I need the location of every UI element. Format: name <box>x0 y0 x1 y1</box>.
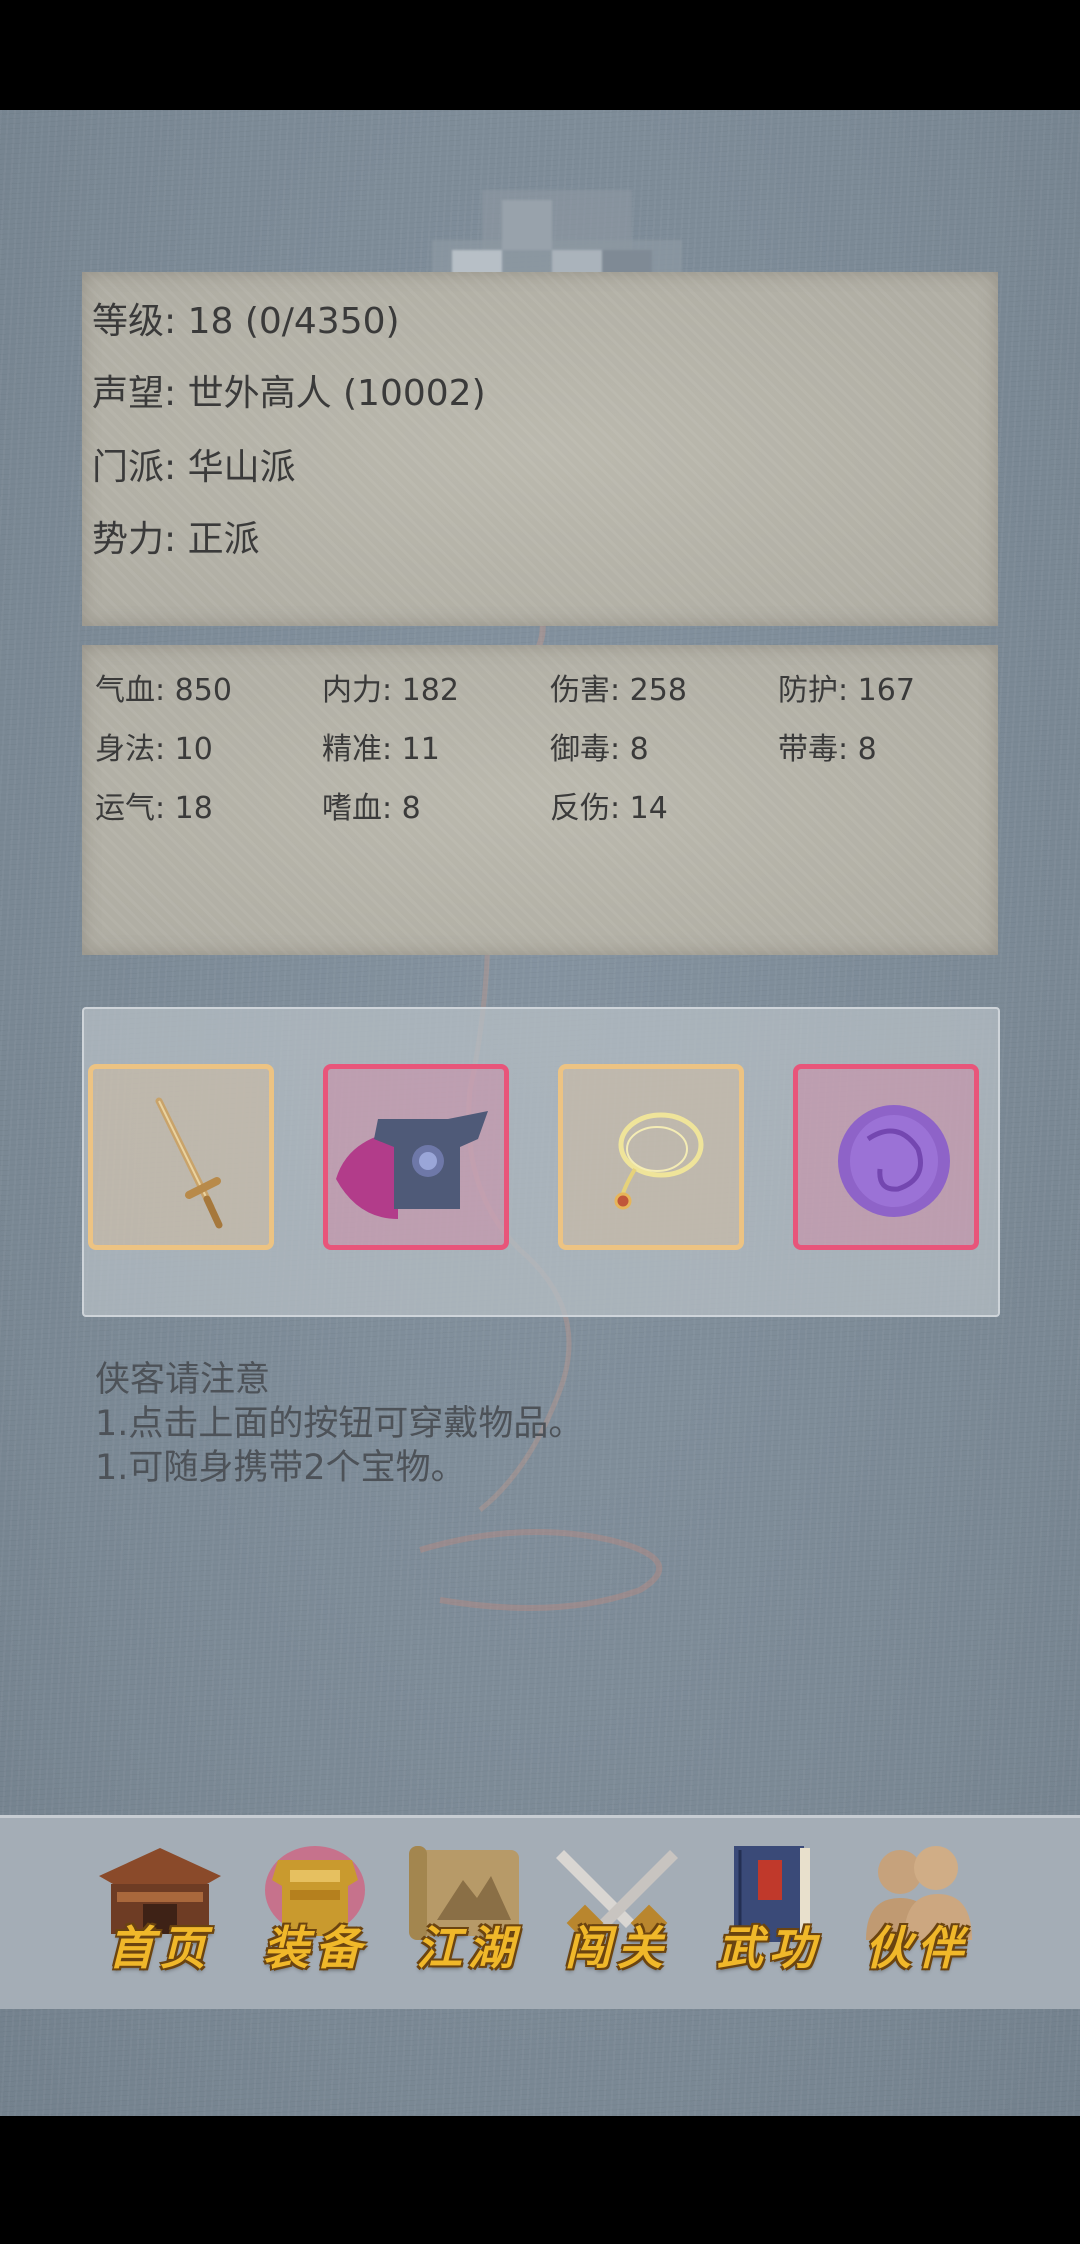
stat-lifesteal: 嗜血: 8 <box>322 791 421 826</box>
stat-inner-power: 内力: 182 <box>322 673 459 708</box>
nav-companions-label: 伙伴 <box>865 1921 969 1975</box>
nav-jianghu[interactable]: 江湖 <box>403 1840 533 1980</box>
system-bottom-bar <box>0 2116 1080 2244</box>
equip-slot-necklace[interactable] <box>558 1064 744 1250</box>
equip-slot-weapon[interactable] <box>88 1064 274 1250</box>
nav-home[interactable]: 首页 <box>95 1840 225 1980</box>
purple-jade-icon <box>838 1105 950 1217</box>
stat-defense: 防护: 167 <box>778 673 915 708</box>
character-info-panel: 等级: 18 (0/4350) 声望: 世外高人 (10002) 门派: 华山派… <box>82 272 998 626</box>
stat-agility: 身法: 10 <box>95 732 213 767</box>
sect-text: 门派: 华山派 <box>92 447 296 488</box>
nav-equipment[interactable]: 装备 <box>250 1840 380 1980</box>
stat-luck: 运气: 18 <box>95 791 213 826</box>
level-text: 等级: 18 (0/4350) <box>92 301 400 342</box>
notice-title: 侠客请注意 <box>95 1360 271 1400</box>
attribute-stats-panel: 气血: 850 内力: 182 伤害: 258 防护: 167 身法: 10 精… <box>82 645 998 955</box>
stat-poison: 带毒: 8 <box>778 732 877 767</box>
stat-accuracy: 精准: 11 <box>322 732 440 767</box>
necklace-icon <box>614 1112 704 1210</box>
equip-slot-treasure[interactable] <box>793 1064 979 1250</box>
notice-line-2: 1.可随身携带2个宝物。 <box>95 1448 466 1488</box>
nav-equipment-label: 装备 <box>263 1921 367 1975</box>
nav-companions[interactable]: 伙伴 <box>852 1840 982 1980</box>
nav-challenge[interactable]: 闯关 <box>552 1840 682 1980</box>
nav-home-label: 首页 <box>108 1921 212 1975</box>
stat-damage: 伤害: 258 <box>550 673 687 708</box>
notice-line-1: 1.点击上面的按钮可穿戴物品。 <box>95 1404 584 1444</box>
stat-reflect: 反伤: 14 <box>550 791 668 826</box>
sword-icon <box>155 1097 223 1229</box>
reputation-text: 声望: 世外高人 (10002) <box>92 373 486 414</box>
nav-challenge-label: 闯关 <box>565 1921 669 1975</box>
stat-poison-resist: 御毒: 8 <box>550 732 649 767</box>
nav-jianghu-label: 江湖 <box>416 1921 520 1975</box>
armor-icon <box>336 1111 488 1219</box>
equip-slot-armor[interactable] <box>323 1064 509 1250</box>
nav-martial-arts-label: 武功 <box>717 1921 821 1975</box>
stat-hp: 气血: 850 <box>95 673 232 708</box>
notice-text: 侠客请注意 1.点击上面的按钮可穿戴物品。 1.可随身携带2个宝物。 <box>95 1358 583 1490</box>
faction-text: 势力: 正派 <box>92 519 260 560</box>
nav-martial-arts[interactable]: 武功 <box>704 1840 834 1980</box>
